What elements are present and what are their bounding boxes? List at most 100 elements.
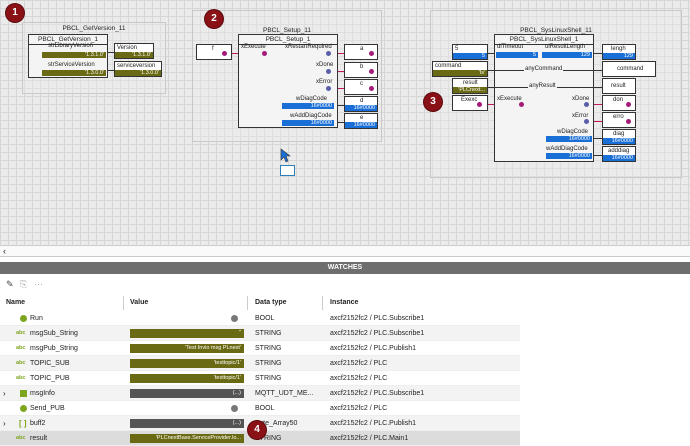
pin-strlibraryversion: strLibraryVersion	[48, 43, 94, 49]
bool-indicator	[477, 102, 482, 107]
callout-badge-1: 1	[6, 4, 24, 22]
inline-value: 5	[496, 52, 538, 58]
expand-row-icon[interactable]: ›	[3, 386, 6, 401]
string-variable-icon: abc	[16, 345, 26, 351]
inline-value: '1.3.1.0'	[42, 52, 106, 58]
var-value: 16#0000	[603, 138, 635, 144]
pin-strserviceversion: strServiceVersion	[48, 62, 95, 68]
var-e[interactable]: e 16#0000	[344, 113, 378, 129]
var-d[interactable]: d 16#0000	[344, 96, 378, 112]
var-timeout[interactable]: 5 5	[452, 44, 488, 60]
var-value: 5	[453, 53, 487, 59]
var-name: a	[360, 46, 364, 52]
var-value: 16#0000	[603, 155, 635, 161]
string-variable-icon: abc	[16, 330, 26, 336]
pin-xexecute: xExecute	[241, 44, 266, 50]
pencil-icon[interactable]: ✎	[6, 279, 14, 290]
col-header-value[interactable]: Value	[130, 296, 248, 310]
var-name: c	[360, 81, 363, 87]
inline-value: '1.3.0.0'	[42, 70, 106, 76]
var-result-in[interactable]: result 'PLCnext...	[452, 78, 488, 94]
wire	[594, 138, 602, 139]
wire	[594, 87, 602, 88]
col-header-instance[interactable]: Instance	[330, 296, 518, 310]
wire	[594, 53, 602, 54]
drop-target-box[interactable]	[280, 165, 295, 176]
var-diag[interactable]: diag 16#0000	[602, 129, 636, 145]
wire	[594, 155, 602, 156]
table-row[interactable]: abc TOPIC_SUB 'testtopic/1' STRING axcf2…	[0, 356, 520, 371]
bool-indicator	[262, 51, 267, 56]
var-name: f	[212, 46, 214, 52]
row-value[interactable]: (...)	[130, 389, 244, 398]
var-serviceversion[interactable]: serviceversion '1.3.0.0'	[114, 61, 162, 77]
var-name: e	[360, 115, 364, 121]
row-value[interactable]: ''	[130, 329, 244, 338]
var-name: erro	[613, 114, 624, 120]
watches-title: WATCHES	[0, 262, 690, 274]
bool-indicator	[369, 69, 374, 74]
var-exexc[interactable]: Exexc	[452, 95, 488, 111]
var-name: adddiag	[608, 148, 630, 154]
row-instance: axcf2152fc2 / PLC.Subscribe1	[330, 330, 425, 337]
wire	[594, 121, 602, 122]
wire	[594, 104, 602, 105]
row-name: msgInfo	[30, 390, 55, 397]
watches-toolbar: ✎ ⎘ ⋯	[0, 276, 690, 294]
var-adddiag[interactable]: adddiag 16#0000	[602, 146, 636, 162]
bool-indicator	[222, 51, 227, 56]
row-instance: axcf2152fc2 / PLC	[330, 360, 388, 367]
row-value[interactable]: 'testtopic/1'	[130, 374, 244, 383]
var-command-in[interactable]: command 'ls'	[432, 61, 488, 77]
row-name: msgPub_String	[30, 345, 78, 352]
var-value: 16#0000	[345, 122, 377, 128]
col-header-name[interactable]: Name	[6, 296, 124, 310]
var-name: command	[617, 66, 644, 72]
wire	[232, 53, 238, 54]
inline-value: 16#0000	[546, 153, 592, 159]
pane-splitter[interactable]: ‹	[0, 245, 690, 257]
row-datatype: BOOL	[255, 405, 275, 412]
bool-indicator	[519, 102, 524, 107]
var-value: 129	[603, 53, 635, 59]
table-row[interactable]: Send_PUB BOOL axcf2152fc2 / PLC	[0, 401, 520, 416]
callout-badge-3: 3	[424, 93, 442, 111]
row-value[interactable]: 'testtopic/1'	[130, 359, 244, 368]
var-lengh[interactable]: lengh 129	[602, 44, 636, 60]
delete-watch-icon[interactable]: ⎘	[20, 279, 27, 290]
col-header-datatype[interactable]: Data type	[255, 296, 323, 310]
expand-row-icon[interactable]: ›	[3, 416, 6, 431]
var-name: don	[613, 97, 624, 103]
row-value[interactable]: (...)	[130, 419, 244, 428]
row-datatype: MQTT_UDT_ME...	[255, 390, 314, 397]
row-name: TOPIC_PUB	[30, 375, 70, 382]
pin-wadddiagcode-shell: wAddDiagCode	[546, 146, 588, 152]
row-value[interactable]: 'PLCnextBase.ServiceProvider.lo...	[130, 434, 244, 443]
row-instance: axcf2152fc2 / PLC.Subscribe1	[330, 315, 425, 322]
var-name: Exexc	[461, 97, 478, 103]
var-version[interactable]: Version '1.3.1.0'	[114, 43, 154, 59]
fbd-canvas[interactable]: PBCL_GetVersion_11 PBCL_GetVersion_1 str…	[0, 0, 690, 245]
row-name: buff2	[30, 420, 46, 427]
pin-anyresult: anyResult	[528, 83, 557, 89]
var-result-out[interactable]: result	[602, 78, 636, 94]
table-row[interactable]: abc msgSub_String '' STRING axcf2152fc2 …	[0, 326, 520, 341]
table-row[interactable]: abc msgPub_String 'Test Invio msg PLnext…	[0, 341, 520, 356]
row-value[interactable]: 'Test Invio msg PLnext'	[130, 344, 244, 353]
bool-variable-icon	[20, 405, 27, 412]
table-row[interactable]: Run BOOL axcf2152fc2 / PLC.Subscribe1	[0, 311, 520, 326]
pin-wdiagcode-shell: wDiagCode	[557, 129, 589, 135]
table-row[interactable]: abc TOPIC_PUB 'testtopic/1' STRING axcf2…	[0, 371, 520, 386]
collapse-icon[interactable]: ‹	[3, 246, 6, 256]
var-command-out[interactable]: command	[602, 61, 656, 77]
bool-indicator	[326, 86, 331, 91]
callout-badge-4: 4	[248, 421, 266, 439]
struct-variable-icon	[20, 390, 27, 397]
var-name: result	[611, 83, 626, 89]
string-variable-icon: abc	[16, 375, 26, 381]
row-name: Send_PUB	[30, 405, 65, 412]
table-row[interactable]: › msgInfo (...) MQTT_UDT_ME... axcf2152f…	[0, 386, 520, 401]
row-datatype: STRING	[255, 375, 282, 382]
bool-indicator	[326, 69, 331, 74]
more-icon[interactable]: ⋯	[34, 279, 43, 290]
